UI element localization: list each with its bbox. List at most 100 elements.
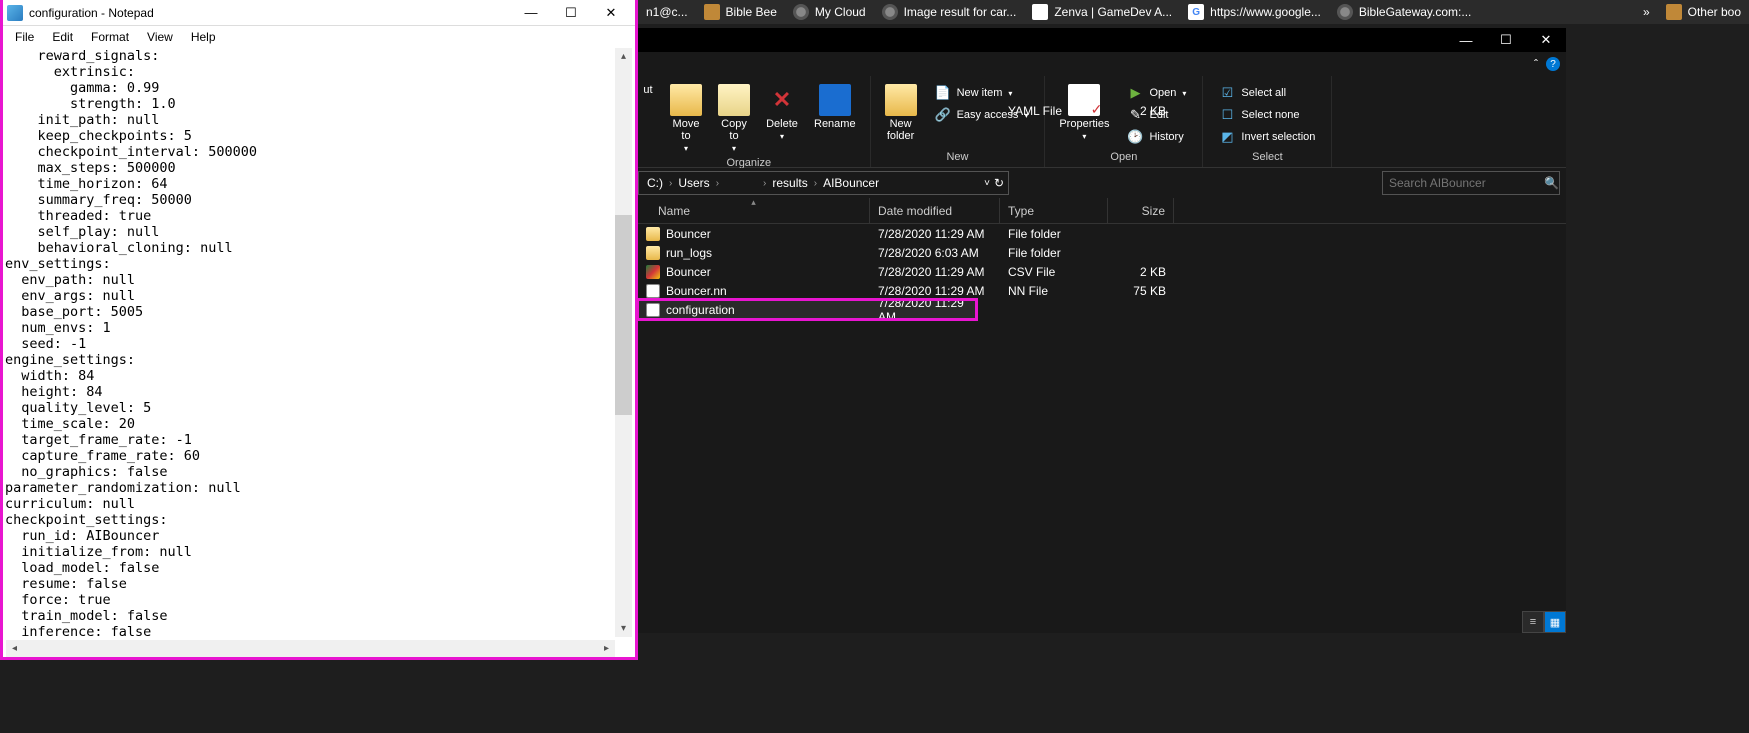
- file-explorer-window: — ☐ ✕ ˆ ? ut Move to▾ Copy to▾ ✕Delete▾ …: [638, 28, 1566, 633]
- menu-format[interactable]: Format: [83, 28, 137, 46]
- menu-view[interactable]: View: [139, 28, 181, 46]
- rename-button[interactable]: Rename: [810, 82, 860, 132]
- column-type[interactable]: Type: [1000, 198, 1108, 223]
- bookmark-item[interactable]: Bible Bee: [704, 4, 777, 20]
- invert-selection-button[interactable]: ◩Invert selection: [1213, 126, 1321, 148]
- close-button[interactable]: ✕: [1526, 28, 1566, 52]
- menu-help[interactable]: Help: [183, 28, 224, 46]
- history-button[interactable]: 🕑History: [1121, 126, 1192, 148]
- csv-file-icon: [646, 265, 660, 279]
- file-list-header: ▴Name Date modified Type Size: [638, 198, 1566, 224]
- file-list[interactable]: Bouncer 7/28/2020 11:29 AM File folder r…: [638, 224, 1566, 633]
- file-row[interactable]: Bouncer 7/28/2020 11:29 AM CSV File 2 KB: [638, 262, 1566, 281]
- scroll-up-icon[interactable]: ▴: [615, 48, 632, 65]
- folder-icon: [704, 4, 720, 20]
- explorer-titlebar[interactable]: — ☐ ✕: [638, 28, 1566, 52]
- new-item-button[interactable]: 📄New item ▾: [929, 82, 1035, 104]
- crumb-drive[interactable]: C:): [643, 176, 667, 190]
- select-none-button[interactable]: ☐Select none: [1213, 104, 1321, 126]
- bookmark-item[interactable]: My Cloud: [793, 4, 866, 20]
- maximize-button[interactable]: ☐: [1486, 28, 1526, 52]
- bookmark-item[interactable]: Zenva | GameDev A...: [1032, 4, 1172, 20]
- open-button[interactable]: ▶Open ▾: [1121, 82, 1192, 104]
- notepad-window: configuration - Notepad — ☐ ✕ File Edit …: [0, 0, 638, 660]
- cut-button[interactable]: ut: [638, 82, 658, 98]
- ribbon-group-new: New: [946, 149, 968, 165]
- notepad-title: configuration - Notepad: [29, 6, 511, 20]
- search-input[interactable]: [1389, 176, 1544, 190]
- file-row[interactable]: Bouncer 7/28/2020 11:29 AM File folder: [638, 224, 1566, 243]
- sort-ascending-icon: ▴: [751, 197, 756, 208]
- notepad-text-area[interactable]: reward_signals: extrinsic: gamma: 0.99 s…: [3, 48, 635, 657]
- history-icon: 🕑: [1127, 129, 1143, 145]
- scroll-left-icon[interactable]: ◂: [6, 640, 23, 657]
- ribbon-group-select: Select: [1252, 149, 1283, 165]
- globe-icon: [793, 4, 809, 20]
- crumb-users[interactable]: Users: [674, 176, 713, 190]
- bookmarks-overflow-icon[interactable]: »: [1643, 5, 1650, 19]
- delete-icon: ✕: [766, 84, 798, 116]
- move-to-icon: [670, 84, 702, 116]
- ribbon-collapse-icon[interactable]: ˆ: [1534, 57, 1538, 71]
- scroll-down-icon[interactable]: ▾: [615, 620, 632, 637]
- folder-icon: [646, 246, 660, 260]
- scroll-thumb[interactable]: [615, 215, 632, 415]
- bookmark-item[interactable]: Ghttps://www.google...: [1188, 4, 1321, 20]
- select-all-icon: ☑: [1219, 85, 1235, 101]
- bookmark-folder[interactable]: Other boo: [1666, 4, 1741, 20]
- file-row[interactable]: Bouncer.nn 7/28/2020 11:29 AM NN File 75…: [638, 281, 1566, 300]
- vertical-scrollbar[interactable]: ▴ ▾: [615, 48, 632, 637]
- refresh-icon[interactable]: ↻: [994, 176, 1004, 190]
- delete-button[interactable]: ✕Delete▾: [762, 82, 802, 143]
- invert-selection-icon: ◩: [1219, 129, 1235, 145]
- rename-icon: [819, 84, 851, 116]
- column-date[interactable]: Date modified: [870, 198, 1000, 223]
- notepad-titlebar[interactable]: configuration - Notepad — ☐ ✕: [3, 0, 635, 26]
- nn-file-icon: [646, 284, 660, 298]
- file-row-configuration[interactable]: configuration 7/28/2020 11:29 AM: [638, 300, 976, 319]
- file-row[interactable]: run_logs 7/28/2020 6:03 AM File folder: [638, 243, 1566, 262]
- notepad-content[interactable]: reward_signals: extrinsic: gamma: 0.99 s…: [3, 48, 635, 640]
- search-box[interactable]: 🔍: [1382, 171, 1560, 195]
- bookmark-item[interactable]: Image result for car...: [882, 4, 1017, 20]
- breadcrumb[interactable]: C:)› Users› › results› AIBouncer ˅↻: [638, 171, 1009, 195]
- select-all-button[interactable]: ☑Select all: [1213, 82, 1321, 104]
- bookmark-item[interactable]: BibleGateway.com:...: [1337, 4, 1472, 20]
- new-item-icon: 📄: [935, 85, 951, 101]
- copy-to-button[interactable]: Copy to▾: [714, 82, 754, 155]
- folder-icon: [1666, 4, 1682, 20]
- address-dropdown-icon[interactable]: ˅: [984, 178, 990, 189]
- browser-bookmarks-bar: n1@c... Bible Bee My Cloud Image result …: [638, 0, 1749, 24]
- new-folder-button[interactable]: New folder: [881, 82, 921, 144]
- bookmark-item[interactable]: n1@c...: [646, 5, 688, 19]
- close-button[interactable]: ✕: [591, 1, 631, 25]
- ribbon-group-open: Open: [1110, 149, 1137, 165]
- horizontal-scrollbar[interactable]: ◂ ▸: [6, 640, 615, 657]
- details-view-button[interactable]: ≡: [1522, 611, 1544, 633]
- scroll-right-icon[interactable]: ▸: [598, 640, 615, 657]
- google-icon: G: [1188, 4, 1204, 20]
- select-none-icon: ☐: [1219, 107, 1235, 123]
- folder-icon: [646, 227, 660, 241]
- minimize-button[interactable]: —: [511, 1, 551, 25]
- help-icon[interactable]: ?: [1546, 57, 1560, 71]
- copy-to-icon: [718, 84, 750, 116]
- new-folder-icon: [885, 84, 917, 116]
- column-name[interactable]: ▴Name: [638, 198, 870, 223]
- yaml-file-icon: [646, 303, 660, 317]
- minimize-button[interactable]: —: [1446, 28, 1486, 52]
- move-to-button[interactable]: Move to▾: [666, 82, 706, 155]
- search-icon[interactable]: 🔍: [1544, 176, 1559, 190]
- menu-edit[interactable]: Edit: [44, 28, 81, 46]
- globe-icon: [882, 4, 898, 20]
- maximize-button[interactable]: ☐: [551, 1, 591, 25]
- address-bar-row: C:)› Users› › results› AIBouncer ˅↻ 🔍: [638, 168, 1566, 198]
- icons-view-button[interactable]: ▦: [1544, 611, 1566, 633]
- zenva-icon: [1032, 4, 1048, 20]
- column-size[interactable]: Size: [1108, 198, 1174, 223]
- view-mode-toggle: ≡ ▦: [1522, 611, 1566, 633]
- crumb-aibouncer[interactable]: AIBouncer: [819, 176, 883, 190]
- menu-file[interactable]: File: [7, 28, 42, 46]
- globe-icon: [1337, 4, 1353, 20]
- crumb-results[interactable]: results: [768, 176, 811, 190]
